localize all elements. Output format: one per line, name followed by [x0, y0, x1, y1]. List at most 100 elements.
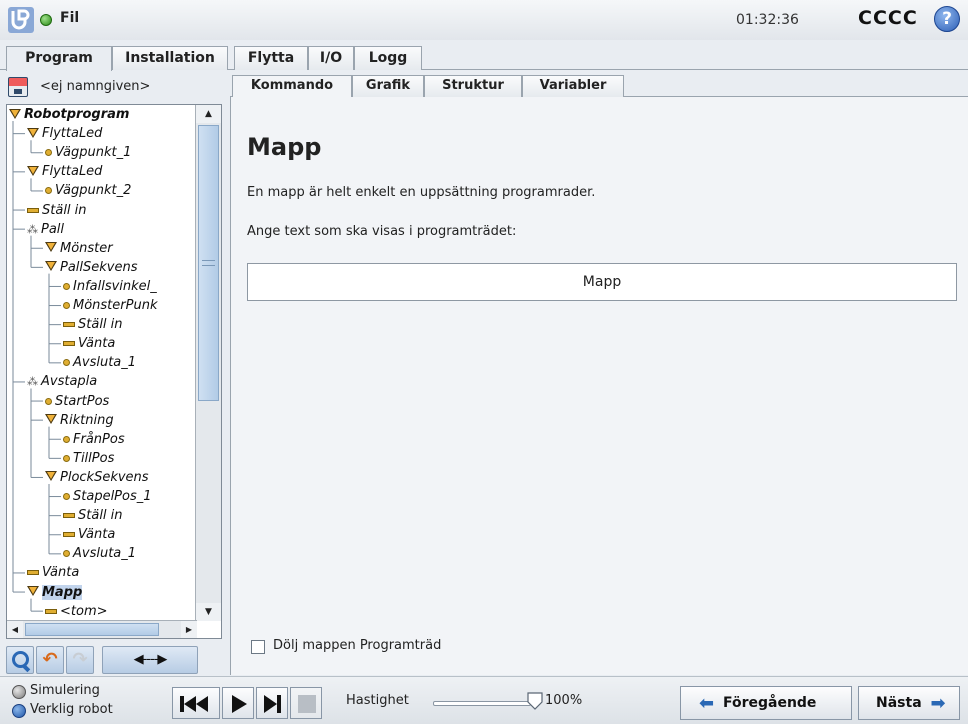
tree-horizontal-scrollbar[interactable]: ◀ ▶: [7, 620, 197, 638]
program-tree: Robotprogram FlyttaLed Vägpunkt_1 FlyttaLed…: [6, 104, 222, 639]
tree-node[interactable]: Mönster: [45, 239, 113, 258]
search-icon[interactable]: [6, 646, 34, 674]
move-node-button[interactable]: ◀----▶: [102, 646, 198, 674]
waypoint-icon: [45, 397, 52, 405]
tab-program[interactable]: Program: [6, 46, 112, 71]
bar-icon: [45, 608, 57, 614]
triangle-icon: [45, 471, 57, 482]
bar-icon: [27, 207, 39, 213]
tree-node[interactable]: Vägpunkt_2: [45, 181, 131, 200]
file-menu[interactable]: Fil: [60, 10, 79, 26]
tree-node[interactable]: FlyttaLed: [27, 124, 102, 143]
play-button[interactable]: [222, 687, 254, 719]
tree-node[interactable]: PallSekvens: [45, 258, 138, 277]
tree-node[interactable]: Mapp: [27, 583, 83, 602]
simulation-radio-icon[interactable]: [12, 685, 26, 699]
tree-node-label: Vänta: [78, 336, 116, 352]
clock: 01:32:36: [736, 12, 799, 28]
speed-slider[interactable]: [433, 701, 531, 706]
scroll-up-icon[interactable]: ▲: [196, 105, 221, 123]
tree-vertical-scrollbar[interactable]: ▲ ▼: [195, 105, 221, 621]
tree-node-label: Pall: [41, 221, 65, 237]
scroll-left-icon[interactable]: ◀: [7, 621, 23, 638]
help-button[interactable]: ?: [934, 6, 960, 32]
tree-node[interactable]: ⁂ Pall: [27, 220, 64, 239]
tree-node[interactable]: Avsluta_1: [63, 544, 136, 563]
simulation-label[interactable]: Simulering: [30, 683, 100, 698]
tree-node[interactable]: StapelPos_1: [63, 487, 152, 506]
undo-icon[interactable]: ↶: [36, 646, 64, 674]
hide-folder-checkbox[interactable]: [251, 640, 265, 654]
tree-node[interactable]: TillPos: [63, 449, 114, 468]
folder-name-input[interactable]: [247, 263, 957, 301]
stop-button[interactable]: [290, 687, 322, 719]
tab-installation[interactable]: Installation: [112, 46, 228, 70]
tree-node[interactable]: Robotprogram: [9, 105, 129, 124]
waypoint-icon: [63, 359, 70, 367]
tree-node[interactable]: Riktning: [45, 411, 114, 430]
tree-node[interactable]: MönsterPunk: [63, 296, 157, 315]
tree-node[interactable]: ⁂ Avstapla: [27, 372, 97, 391]
tree-node[interactable]: Vänta: [27, 563, 79, 582]
next-button[interactable]: Nästa ➡: [858, 686, 960, 720]
tree-node[interactable]: <tom>: [45, 602, 108, 621]
rewind-icon: [180, 696, 208, 712]
tab-logg[interactable]: Logg: [354, 46, 422, 70]
waypoint-icon: [45, 149, 52, 157]
bar-icon: [63, 513, 75, 519]
tree-node[interactable]: PlockSekvens: [45, 468, 149, 487]
tree-node[interactable]: Ställ in: [63, 506, 123, 525]
tab-grafik[interactable]: Grafik: [352, 75, 424, 97]
scroll-down-icon[interactable]: ▼: [196, 603, 221, 621]
tree-node[interactable]: FrånPos: [63, 430, 125, 449]
program-file-name: <ej namngiven>: [40, 79, 151, 94]
tree-node[interactable]: Ställ in: [63, 315, 123, 334]
tree-node[interactable]: StartPos: [45, 392, 109, 411]
tree-horizontal-scroll-thumb[interactable]: [25, 623, 159, 636]
speed-value: 100%: [545, 693, 583, 708]
hide-folder-label[interactable]: Dölj mappen Programträd: [273, 638, 441, 653]
waypoint-icon: [63, 550, 70, 558]
tab-io[interactable]: I/O: [308, 46, 354, 70]
save-icon[interactable]: [8, 77, 28, 97]
redo-icon[interactable]: ↷: [66, 646, 94, 674]
tree-node-label: Vänta: [42, 565, 80, 581]
tab-struktur[interactable]: Struktur: [424, 75, 522, 97]
universal-robots-logo-icon: [8, 7, 34, 33]
speed-slider-thumb[interactable]: [527, 692, 543, 710]
tree-node-label: Robotprogram: [24, 107, 130, 122]
tree-node[interactable]: FlyttaLed: [27, 162, 102, 181]
waypoint-icon: [63, 435, 70, 443]
tree-node-label: Ställ in: [78, 508, 123, 524]
real-robot-label[interactable]: Verklig robot: [30, 702, 113, 717]
previous-button[interactable]: ⬅ Föregående: [680, 686, 852, 720]
tree-node-label: Ställ in: [78, 317, 123, 333]
tree-node[interactable]: Avsluta_1: [63, 353, 136, 372]
scroll-right-icon[interactable]: ▶: [181, 621, 197, 638]
real-robot-radio-icon[interactable]: [12, 704, 26, 718]
waypoint-icon: [63, 493, 70, 500]
rewind-button[interactable]: [172, 687, 220, 719]
step-button[interactable]: [256, 687, 288, 719]
tree-node[interactable]: Vägpunkt_1: [45, 143, 131, 162]
tree-node-label: Vägpunkt_1: [55, 145, 132, 161]
tab-flytta[interactable]: Flytta: [234, 46, 308, 70]
main-tab-bar: Program Installation Flytta I/O Logg: [0, 46, 968, 71]
waypoint-icon: [45, 187, 52, 195]
tree-node[interactable]: Vänta: [63, 525, 115, 544]
tree-node-label: Mapp: [42, 584, 83, 600]
triangle-icon: [27, 165, 39, 176]
tab-kommando[interactable]: Kommando: [232, 75, 352, 98]
program-file-row: <ej namngiven>: [0, 74, 228, 102]
tree-node-label: Avsluta_1: [73, 546, 137, 562]
triangle-icon: [9, 108, 21, 119]
tree-node[interactable]: Infallsvinkel_: [63, 277, 157, 296]
tab-variabler[interactable]: Variabler: [522, 75, 624, 97]
waypoint-icon: [63, 282, 70, 290]
play-icon: [232, 695, 247, 713]
previous-label: Föregående: [722, 695, 817, 711]
tree-node[interactable]: Ställ in: [27, 201, 87, 220]
tree-vertical-scroll-thumb[interactable]: [198, 125, 219, 401]
waypoint-icon: [63, 454, 70, 462]
tree-node[interactable]: Vänta: [63, 334, 115, 353]
